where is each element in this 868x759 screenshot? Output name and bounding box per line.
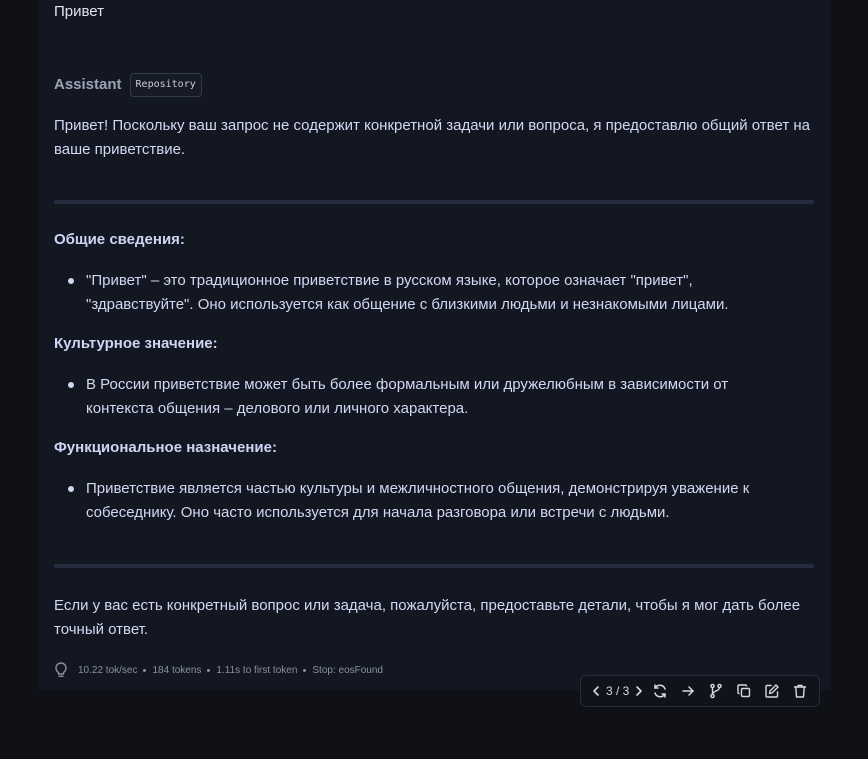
- chevron-right-icon[interactable]: [632, 679, 646, 703]
- generation-stats: 10.22 tok/sec 184 tokens 1.11s to first …: [54, 662, 383, 678]
- separator-dot: [207, 668, 211, 672]
- tokens-per-second: 10.22 tok/sec: [78, 664, 138, 676]
- assistant-header: Assistant Repository: [54, 72, 202, 97]
- lightbulb-icon[interactable]: [54, 662, 68, 678]
- separator-dot: [143, 668, 147, 672]
- divider: [54, 564, 814, 568]
- branch-icon[interactable]: [702, 679, 730, 703]
- divider: [54, 200, 814, 204]
- section-heading: Культурное значение:: [54, 335, 218, 352]
- list-item: "Привет" – это традиционное приветствие …: [68, 269, 786, 317]
- section-heading: Функциональное назначение:: [54, 439, 277, 456]
- message-toolbar: 3 / 3: [580, 675, 820, 707]
- continue-icon[interactable]: [674, 679, 702, 703]
- list-item: В России приветствие может быть более фо…: [68, 373, 786, 421]
- list-item: Приветствие является частью культуры и м…: [68, 477, 786, 525]
- repository-badge: Repository: [129, 72, 202, 97]
- closing-paragraph: Если у вас есть конкретный вопрос или за…: [54, 597, 801, 638]
- intro-paragraph: Привет! Поскольку ваш запрос не содержит…: [54, 117, 810, 158]
- separator-dot: [303, 668, 307, 672]
- edit-icon[interactable]: [758, 679, 786, 703]
- section-heading: Общие сведения:: [54, 231, 185, 248]
- regenerate-icon[interactable]: [646, 679, 674, 703]
- chat-view: Привет Assistant Repository Привет! Поск…: [0, 0, 868, 759]
- copy-icon[interactable]: [730, 679, 758, 703]
- stop-reason: Stop: eosFound: [312, 664, 383, 676]
- token-count: 184 tokens: [152, 664, 202, 676]
- assistant-label: Assistant: [54, 76, 122, 93]
- time-to-first-token: 1.11s to first token: [216, 664, 298, 676]
- delete-icon[interactable]: [786, 679, 814, 703]
- page-indicator: 3 / 3: [606, 684, 630, 698]
- version-pager: 3 / 3: [589, 679, 646, 703]
- user-message: Привет: [54, 3, 105, 20]
- chevron-left-icon[interactable]: [589, 679, 603, 703]
